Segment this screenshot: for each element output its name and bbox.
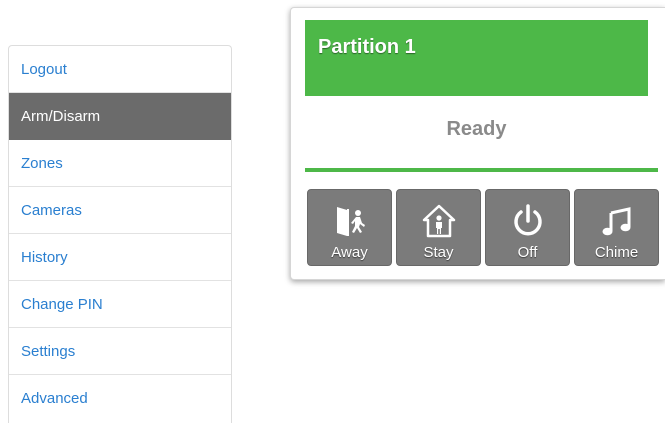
sidebar-nav: Logout Arm/Disarm Zones Cameras History … [8,45,232,423]
partition-panel: Partition 1 Ready Away Stay Off Chime [290,7,665,280]
partition-title: Partition 1 [318,36,416,58]
sidebar-item-zones[interactable]: Zones [9,140,231,187]
sidebar-item-history[interactable]: History [9,234,231,281]
sidebar-item-advanced[interactable]: Advanced [9,375,231,422]
chime-button[interactable]: Chime [574,189,659,266]
sidebar-item-settings[interactable]: Settings [9,328,231,375]
stay-label: Stay [423,244,454,261]
partition-status: Ready [446,118,507,140]
off-label: Off [517,244,538,261]
status-divider [305,168,658,172]
sidebar-item-arm-disarm[interactable]: Arm/Disarm [9,93,231,140]
off-button[interactable]: Off [485,189,570,266]
stay-button[interactable]: Stay [396,189,481,266]
power-icon [513,204,542,236]
chime-label: Chime [594,244,639,261]
partition-header: Partition 1 [305,20,648,96]
away-icon [336,207,365,236]
sidebar-item-cameras[interactable]: Cameras [9,187,231,234]
arm-button-row: Away Stay Off Chime [307,189,659,266]
chime-icon [602,207,630,236]
away-label: Away [331,244,368,261]
away-button[interactable]: Away [307,189,392,266]
stay-icon [422,204,455,238]
sidebar-item-logout[interactable]: Logout [9,46,231,93]
sidebar-item-change-pin[interactable]: Change PIN [9,281,231,328]
